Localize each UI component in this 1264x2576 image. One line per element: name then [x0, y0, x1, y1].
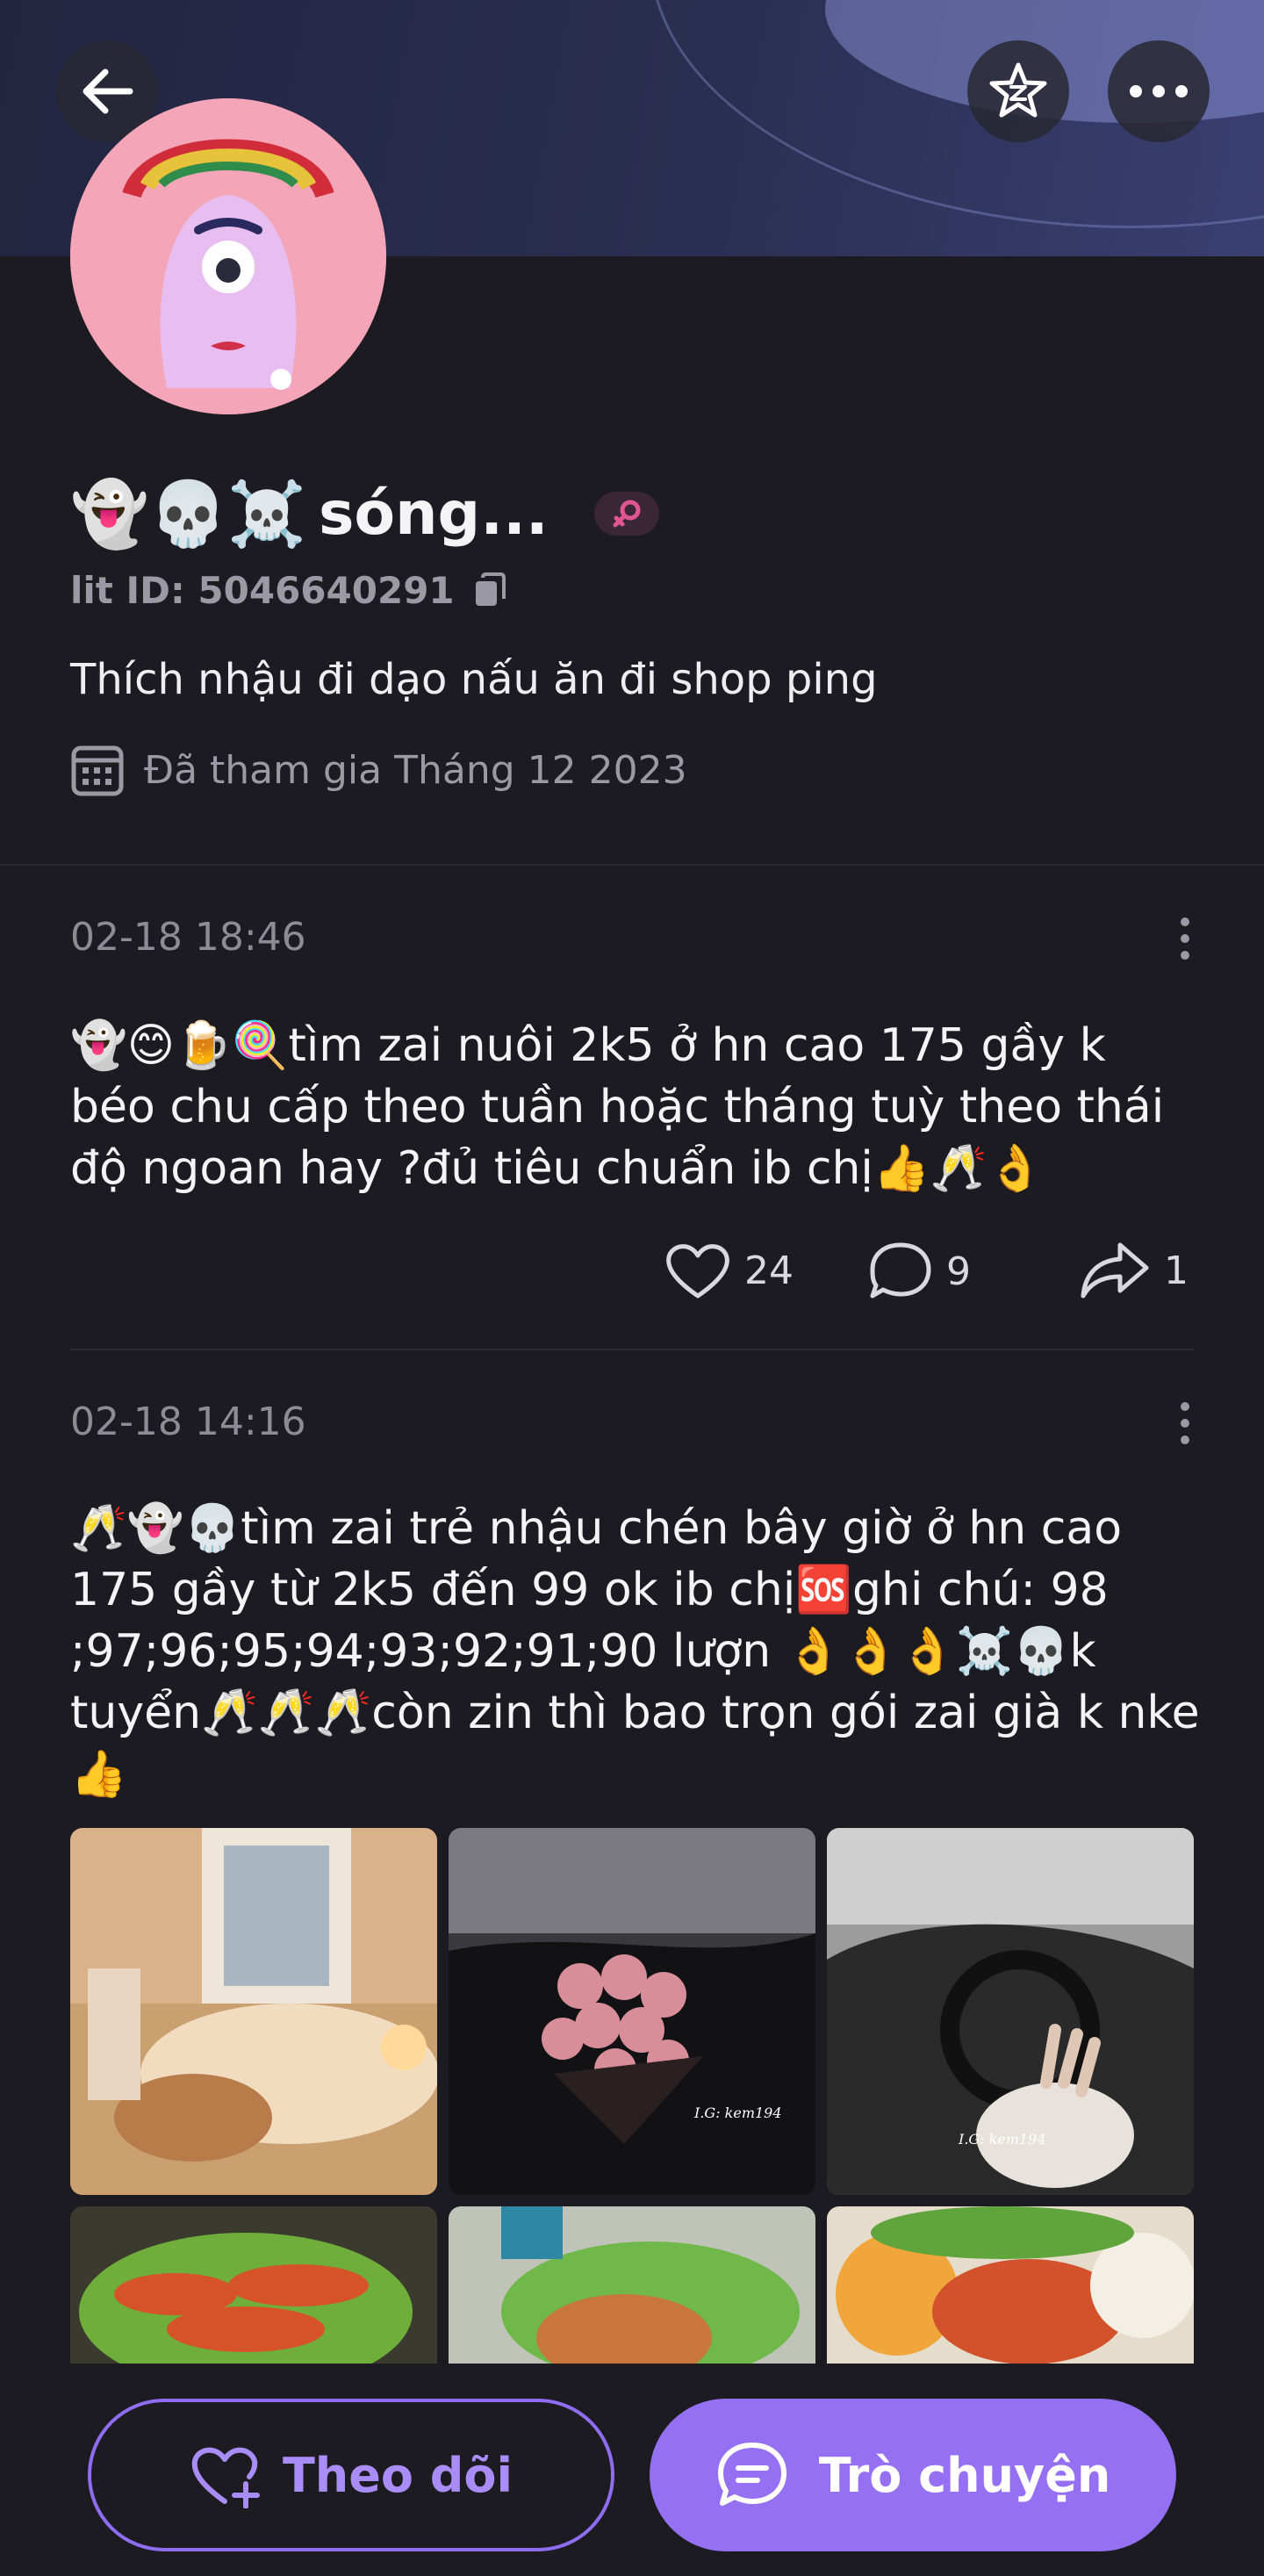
post-more-icon[interactable] — [1173, 1401, 1197, 1445]
heart-plus-icon — [191, 2447, 260, 2508]
lit-id-text: lit ID: 5046640291 — [70, 569, 455, 612]
chat-label: Trò chuyện — [818, 2447, 1111, 2503]
watermark-text: I.G: kem194 — [958, 2131, 1046, 2148]
comment-button[interactable]: 9 — [867, 1240, 971, 1303]
like-count: 24 — [744, 1248, 794, 1293]
post-actions: 24 9 1 — [0, 1240, 1264, 1310]
follow-button[interactable]: Theo dõi — [88, 2399, 614, 2551]
post-text: 👻😊🍺🍭tìm zai nuôi 2k5 ở hn cao 175 gầy k … — [70, 1019, 1165, 1195]
female-icon — [613, 500, 641, 528]
copy-icon[interactable] — [472, 572, 507, 609]
like-button[interactable]: 24 — [664, 1240, 794, 1301]
arrow-left-icon — [83, 68, 133, 114]
follow-label: Theo dõi — [282, 2447, 514, 2503]
joined-text: Đã tham gia Tháng 12 2023 — [144, 747, 687, 793]
gender-badge — [593, 492, 659, 536]
share-count: 1 — [1164, 1248, 1189, 1293]
post-more-icon[interactable] — [1173, 917, 1197, 961]
chat-button[interactable]: Trò chuyện — [650, 2399, 1176, 2551]
chat-bubble-icon — [717, 2443, 786, 2506]
name-emojis: 👻💀☠️ — [70, 477, 306, 550]
comment-count: 9 — [946, 1248, 971, 1294]
bottom-action-bar: Theo dõi Trò chuyện — [0, 2364, 1264, 2576]
watermark-text: I.G: kem194 — [693, 2105, 782, 2121]
monster-avatar-image — [70, 98, 386, 414]
lit-id-row: lit ID: 5046640291 — [70, 569, 507, 612]
more-horizontal-icon — [1130, 85, 1188, 97]
post-text: 🥂👻💀tìm zai trẻ nhậu chén bây giờ ở hn ca… — [70, 1502, 1200, 1801]
calendar-icon — [71, 745, 124, 796]
post-divider — [70, 1349, 1194, 1350]
post-date: 02-18 18:46 — [70, 915, 306, 960]
profile-name: sóng... — [318, 479, 549, 549]
more-options-button[interactable] — [1108, 40, 1210, 142]
share-icon — [1081, 1242, 1149, 1299]
avatar[interactable] — [70, 98, 386, 414]
post-image-roses[interactable]: I.G: kem194 — [449, 1828, 815, 2195]
profile-name-row: 👻💀☠️ sóng... — [70, 474, 659, 553]
joined-row: Đã tham gia Tháng 12 2023 — [70, 743, 687, 797]
favorite-button[interactable] — [967, 40, 1069, 142]
profile-bio: Thích nhậu đi dạo nấu ăn đi shop ping — [70, 655, 878, 704]
section-divider — [0, 864, 1264, 866]
comment-icon — [870, 1242, 931, 1299]
post-image-car[interactable]: I.G: kem194 — [827, 1828, 1194, 2195]
share-button[interactable]: 1 — [1078, 1240, 1189, 1301]
star-z-icon — [989, 62, 1047, 118]
heart-icon — [666, 1244, 729, 1299]
post-image-bedroom[interactable] — [70, 1828, 437, 2195]
post-date: 02-18 14:16 — [70, 1400, 306, 1444]
